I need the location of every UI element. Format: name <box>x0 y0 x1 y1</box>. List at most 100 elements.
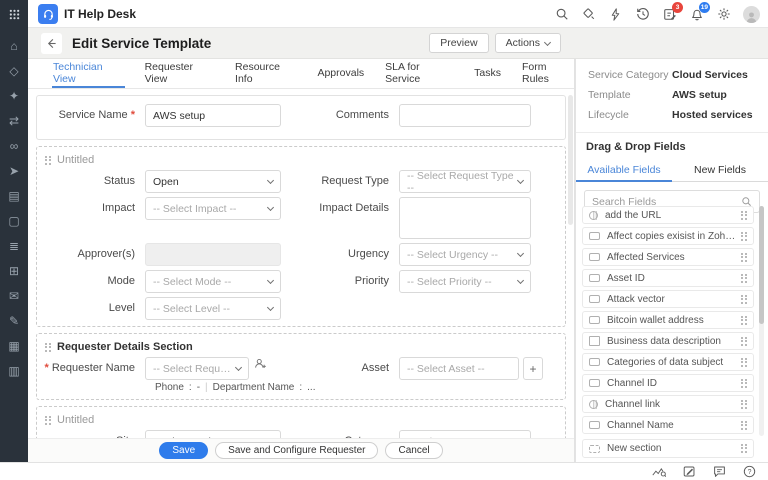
tab-resource-info[interactable]: Resource Info <box>234 59 297 88</box>
field-item-channel-link[interactable]: Channel link <box>582 395 754 413</box>
chevron-down-icon <box>267 177 274 184</box>
sidebar-item-releases[interactable]: ➤ <box>0 158 28 183</box>
apps-grid-icon[interactable] <box>0 0 28 28</box>
sidebar-item-contracts[interactable]: ✉ <box>0 283 28 308</box>
field-item-affect-copies[interactable]: Affect copies exisist in Zoho's Iinfr... <box>582 227 754 245</box>
comments-input[interactable] <box>399 104 531 127</box>
feedback-icon[interactable] <box>682 465 696 479</box>
sidebar-item-requests[interactable]: ◇ <box>0 58 28 83</box>
history-icon[interactable] <box>635 7 650 22</box>
drag-handle-icon[interactable] <box>741 379 747 388</box>
field-item-bitcoin-wallet[interactable]: Bitcoin wallet address <box>582 311 754 329</box>
chevron-down-icon <box>517 250 524 257</box>
save-bar: Save Save and Configure Requester Cancel <box>28 438 574 462</box>
impact-details-textarea[interactable] <box>399 197 531 239</box>
chevron-down-icon <box>235 364 242 371</box>
mode-select[interactable]: -- Select Mode -- <box>145 270 281 293</box>
save-and-configure-button[interactable]: Save and Configure Requester <box>215 442 378 459</box>
sidebar-item-home[interactable]: ⌂ <box>0 33 28 58</box>
drag-handle-icon[interactable] <box>741 295 747 304</box>
service-name-input[interactable] <box>145 104 281 127</box>
sidebar-item-reports[interactable]: ▥ <box>0 358 28 383</box>
request-type-select[interactable]: -- Select Request Type -- <box>399 170 531 193</box>
add-asset-button[interactable]: + <box>523 357 543 380</box>
tab-new-fields[interactable]: New Fields <box>672 159 768 182</box>
quick-actions-icon[interactable] <box>608 7 623 22</box>
sidebar-item-changes[interactable]: ⇄ <box>0 108 28 133</box>
section-header[interactable]: Untitled <box>37 411 565 430</box>
field-item-categories-data-subject[interactable]: Categories of data subject <box>582 353 754 371</box>
wrench-icon: ✎ <box>9 314 19 328</box>
drag-handle-icon[interactable] <box>741 232 747 241</box>
requester-name-select[interactable]: -- Select Requester Name -- <box>145 357 249 380</box>
impact-select[interactable]: -- Select Impact -- <box>145 197 281 220</box>
field-item-add-the-url[interactable]: add the URL <box>582 206 754 224</box>
drag-handle-icon[interactable] <box>741 444 747 453</box>
chevron-down-icon <box>267 204 274 211</box>
category-select[interactable]: -- Select Category -- <box>399 430 531 438</box>
tab-requester-view[interactable]: Requester View <box>144 59 215 88</box>
contract-icon: ✉ <box>9 289 19 303</box>
drag-handle-icon[interactable] <box>741 274 747 283</box>
tab-technician-view[interactable]: Technician View <box>52 59 125 88</box>
tab-approvals[interactable]: Approvals <box>316 59 365 88</box>
actions-button[interactable]: Actions <box>495 33 561 53</box>
headset-logo-icon[interactable] <box>38 4 58 24</box>
field-item-affected-services[interactable]: Affected Services <box>582 248 754 266</box>
cancel-button[interactable]: Cancel <box>385 442 442 459</box>
field-item-asset-id[interactable]: Asset ID <box>582 269 754 287</box>
sidebar-item-dashboard[interactable]: ▦ <box>0 333 28 358</box>
sidebar-item-approvals[interactable]: ✦ <box>0 83 28 108</box>
tab-sla-for-service[interactable]: SLA for Service <box>384 59 454 88</box>
section-header[interactable]: Requester Details Section <box>37 338 565 357</box>
sidebar-item-solutions[interactable]: ▤ <box>0 183 28 208</box>
field-item-channel-id[interactable]: Channel ID <box>582 374 754 392</box>
user-avatar[interactable] <box>743 6 760 23</box>
add-requester-icon[interactable] <box>254 357 267 370</box>
site-select[interactable]: Not in any site <box>145 430 281 438</box>
whats-new-icon[interactable] <box>581 7 596 22</box>
settings-gear-icon[interactable] <box>716 7 731 22</box>
new-section-item[interactable]: New section <box>582 439 754 458</box>
sidebar-item-purchase[interactable]: ⊞ <box>0 258 28 283</box>
drag-handle-icon[interactable] <box>741 316 747 325</box>
search-icon[interactable] <box>554 7 569 22</box>
notifications-icon[interactable]: 19 <box>689 7 704 22</box>
available-fields-list: add the URL Affect copies exisist in Zoh… <box>582 206 754 436</box>
sidebar-item-problems[interactable]: ∞ <box>0 133 28 158</box>
topbar: IT Help Desk 3 19 <box>0 0 768 28</box>
section-header[interactable]: Untitled <box>37 151 565 170</box>
sidebar-item-admin[interactable]: ✎ <box>0 308 28 333</box>
release-notes-icon[interactable]: 3 <box>662 7 677 22</box>
field-item-attack-vector[interactable]: Attack vector <box>582 290 754 308</box>
fields-scrollbar[interactable] <box>759 206 764 436</box>
sidebar-item-cmdb[interactable]: ≣ <box>0 233 28 258</box>
sidebar-item-assets[interactable]: ▢ <box>0 208 28 233</box>
chat-icon[interactable] <box>712 465 726 479</box>
back-button[interactable] <box>41 33 62 54</box>
insights-icon[interactable] <box>652 465 666 479</box>
drag-handle-icon[interactable] <box>45 343 51 352</box>
tab-tasks[interactable]: Tasks <box>473 59 502 88</box>
save-button[interactable]: Save <box>159 442 208 459</box>
status-select[interactable]: Open <box>145 170 281 193</box>
drag-handle-icon[interactable] <box>741 421 747 430</box>
field-item-channel-name[interactable]: Channel Name <box>582 416 754 434</box>
drag-handle-icon[interactable] <box>741 253 747 262</box>
drag-handle-icon[interactable] <box>741 211 747 220</box>
form-scrollbar[interactable] <box>568 95 573 225</box>
priority-select[interactable]: -- Select Priority -- <box>399 270 531 293</box>
drag-handle-icon[interactable] <box>45 416 51 425</box>
preview-button[interactable]: Preview <box>429 33 488 53</box>
drag-handle-icon[interactable] <box>45 156 51 165</box>
asset-select[interactable]: -- Select Asset -- <box>399 357 519 380</box>
tab-form-rules[interactable]: Form Rules <box>521 59 574 88</box>
drag-handle-icon[interactable] <box>741 358 747 367</box>
urgency-select[interactable]: -- Select Urgency -- <box>399 243 531 266</box>
level-select[interactable]: -- Select Level -- <box>145 297 281 320</box>
field-item-business-data[interactable]: Business data description <box>582 332 754 350</box>
help-icon[interactable]: ? <box>742 465 756 479</box>
drag-handle-icon[interactable] <box>741 337 747 346</box>
drag-handle-icon[interactable] <box>741 400 747 409</box>
tab-available-fields[interactable]: Available Fields <box>576 159 672 182</box>
